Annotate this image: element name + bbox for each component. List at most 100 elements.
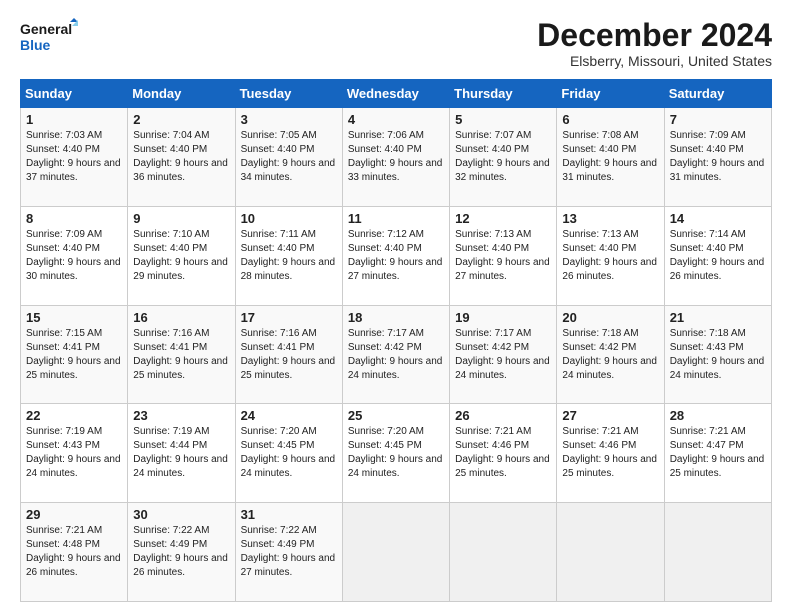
day-number: 10 bbox=[241, 211, 337, 226]
empty-cell bbox=[664, 503, 771, 602]
day-cell-20: 20 Sunrise: 7:18 AMSunset: 4:42 PMDaylig… bbox=[557, 305, 664, 404]
day-info: Sunrise: 7:22 AMSunset: 4:49 PMDaylight:… bbox=[241, 525, 336, 578]
day-number: 19 bbox=[455, 310, 551, 325]
day-cell-22: 22 Sunrise: 7:19 AMSunset: 4:43 PMDaylig… bbox=[21, 404, 128, 503]
day-cell-10: 10 Sunrise: 7:11 AMSunset: 4:40 PMDaylig… bbox=[235, 206, 342, 305]
day-number: 24 bbox=[241, 408, 337, 423]
day-info: Sunrise: 7:16 AMSunset: 4:41 PMDaylight:… bbox=[133, 328, 228, 381]
day-cell-21: 21 Sunrise: 7:18 AMSunset: 4:43 PMDaylig… bbox=[664, 305, 771, 404]
day-info: Sunrise: 7:08 AMSunset: 4:40 PMDaylight:… bbox=[562, 130, 657, 183]
day-info: Sunrise: 7:14 AMSunset: 4:40 PMDaylight:… bbox=[670, 229, 765, 282]
day-number: 4 bbox=[348, 112, 444, 127]
day-cell-15: 15 Sunrise: 7:15 AMSunset: 4:41 PMDaylig… bbox=[21, 305, 128, 404]
empty-cell bbox=[342, 503, 449, 602]
day-cell-28: 28 Sunrise: 7:21 AMSunset: 4:47 PMDaylig… bbox=[664, 404, 771, 503]
day-number: 27 bbox=[562, 408, 658, 423]
day-number: 17 bbox=[241, 310, 337, 325]
day-cell-16: 16 Sunrise: 7:16 AMSunset: 4:41 PMDaylig… bbox=[128, 305, 235, 404]
col-header-wednesday: Wednesday bbox=[342, 80, 449, 108]
day-number: 30 bbox=[133, 507, 229, 522]
day-number: 14 bbox=[670, 211, 766, 226]
day-info: Sunrise: 7:09 AMSunset: 4:40 PMDaylight:… bbox=[26, 229, 121, 282]
calendar-table: SundayMondayTuesdayWednesdayThursdayFrid… bbox=[20, 79, 772, 602]
day-number: 18 bbox=[348, 310, 444, 325]
day-cell-12: 12 Sunrise: 7:13 AMSunset: 4:40 PMDaylig… bbox=[450, 206, 557, 305]
day-info: Sunrise: 7:19 AMSunset: 4:44 PMDaylight:… bbox=[133, 426, 228, 479]
day-cell-1: 1 Sunrise: 7:03 AMSunset: 4:40 PMDayligh… bbox=[21, 108, 128, 207]
col-header-tuesday: Tuesday bbox=[235, 80, 342, 108]
day-number: 3 bbox=[241, 112, 337, 127]
day-number: 1 bbox=[26, 112, 122, 127]
day-number: 23 bbox=[133, 408, 229, 423]
day-cell-17: 17 Sunrise: 7:16 AMSunset: 4:41 PMDaylig… bbox=[235, 305, 342, 404]
day-cell-4: 4 Sunrise: 7:06 AMSunset: 4:40 PMDayligh… bbox=[342, 108, 449, 207]
empty-cell bbox=[450, 503, 557, 602]
day-info: Sunrise: 7:21 AMSunset: 4:46 PMDaylight:… bbox=[455, 426, 550, 479]
day-info: Sunrise: 7:09 AMSunset: 4:40 PMDaylight:… bbox=[670, 130, 765, 183]
day-cell-25: 25 Sunrise: 7:20 AMSunset: 4:45 PMDaylig… bbox=[342, 404, 449, 503]
week-row-1: 1 Sunrise: 7:03 AMSunset: 4:40 PMDayligh… bbox=[21, 108, 772, 207]
day-cell-27: 27 Sunrise: 7:21 AMSunset: 4:46 PMDaylig… bbox=[557, 404, 664, 503]
day-info: Sunrise: 7:21 AMSunset: 4:46 PMDaylight:… bbox=[562, 426, 657, 479]
week-row-3: 15 Sunrise: 7:15 AMSunset: 4:41 PMDaylig… bbox=[21, 305, 772, 404]
day-cell-5: 5 Sunrise: 7:07 AMSunset: 4:40 PMDayligh… bbox=[450, 108, 557, 207]
day-number: 8 bbox=[26, 211, 122, 226]
day-info: Sunrise: 7:21 AMSunset: 4:47 PMDaylight:… bbox=[670, 426, 765, 479]
week-row-4: 22 Sunrise: 7:19 AMSunset: 4:43 PMDaylig… bbox=[21, 404, 772, 503]
day-number: 15 bbox=[26, 310, 122, 325]
day-cell-30: 30 Sunrise: 7:22 AMSunset: 4:49 PMDaylig… bbox=[128, 503, 235, 602]
svg-text:Blue: Blue bbox=[20, 37, 51, 53]
day-cell-7: 7 Sunrise: 7:09 AMSunset: 4:40 PMDayligh… bbox=[664, 108, 771, 207]
day-cell-31: 31 Sunrise: 7:22 AMSunset: 4:49 PMDaylig… bbox=[235, 503, 342, 602]
day-info: Sunrise: 7:07 AMSunset: 4:40 PMDaylight:… bbox=[455, 130, 550, 183]
col-header-friday: Friday bbox=[557, 80, 664, 108]
col-header-thursday: Thursday bbox=[450, 80, 557, 108]
day-number: 20 bbox=[562, 310, 658, 325]
day-cell-29: 29 Sunrise: 7:21 AMSunset: 4:48 PMDaylig… bbox=[21, 503, 128, 602]
day-number: 12 bbox=[455, 211, 551, 226]
week-row-5: 29 Sunrise: 7:21 AMSunset: 4:48 PMDaylig… bbox=[21, 503, 772, 602]
logo: General Blue bbox=[20, 18, 80, 54]
day-number: 5 bbox=[455, 112, 551, 127]
logo-svg: General Blue bbox=[20, 18, 80, 54]
day-info: Sunrise: 7:15 AMSunset: 4:41 PMDaylight:… bbox=[26, 328, 121, 381]
day-info: Sunrise: 7:06 AMSunset: 4:40 PMDaylight:… bbox=[348, 130, 443, 183]
day-cell-18: 18 Sunrise: 7:17 AMSunset: 4:42 PMDaylig… bbox=[342, 305, 449, 404]
day-number: 11 bbox=[348, 211, 444, 226]
day-info: Sunrise: 7:12 AMSunset: 4:40 PMDaylight:… bbox=[348, 229, 443, 282]
day-number: 25 bbox=[348, 408, 444, 423]
day-cell-6: 6 Sunrise: 7:08 AMSunset: 4:40 PMDayligh… bbox=[557, 108, 664, 207]
day-info: Sunrise: 7:11 AMSunset: 4:40 PMDaylight:… bbox=[241, 229, 336, 282]
day-number: 7 bbox=[670, 112, 766, 127]
day-cell-24: 24 Sunrise: 7:20 AMSunset: 4:45 PMDaylig… bbox=[235, 404, 342, 503]
day-info: Sunrise: 7:16 AMSunset: 4:41 PMDaylight:… bbox=[241, 328, 336, 381]
day-number: 26 bbox=[455, 408, 551, 423]
day-number: 16 bbox=[133, 310, 229, 325]
day-info: Sunrise: 7:04 AMSunset: 4:40 PMDaylight:… bbox=[133, 130, 228, 183]
day-info: Sunrise: 7:18 AMSunset: 4:43 PMDaylight:… bbox=[670, 328, 765, 381]
day-number: 21 bbox=[670, 310, 766, 325]
day-info: Sunrise: 7:20 AMSunset: 4:45 PMDaylight:… bbox=[241, 426, 336, 479]
day-number: 29 bbox=[26, 507, 122, 522]
day-info: Sunrise: 7:19 AMSunset: 4:43 PMDaylight:… bbox=[26, 426, 121, 479]
day-info: Sunrise: 7:22 AMSunset: 4:49 PMDaylight:… bbox=[133, 525, 228, 578]
day-info: Sunrise: 7:21 AMSunset: 4:48 PMDaylight:… bbox=[26, 525, 121, 578]
day-info: Sunrise: 7:20 AMSunset: 4:45 PMDaylight:… bbox=[348, 426, 443, 479]
day-info: Sunrise: 7:03 AMSunset: 4:40 PMDaylight:… bbox=[26, 130, 121, 183]
day-number: 6 bbox=[562, 112, 658, 127]
day-number: 22 bbox=[26, 408, 122, 423]
day-number: 2 bbox=[133, 112, 229, 127]
title-block: December 2024 Elsberry, Missouri, United… bbox=[537, 18, 772, 69]
day-cell-9: 9 Sunrise: 7:10 AMSunset: 4:40 PMDayligh… bbox=[128, 206, 235, 305]
col-header-saturday: Saturday bbox=[664, 80, 771, 108]
day-cell-2: 2 Sunrise: 7:04 AMSunset: 4:40 PMDayligh… bbox=[128, 108, 235, 207]
subtitle: Elsberry, Missouri, United States bbox=[537, 53, 772, 69]
day-info: Sunrise: 7:05 AMSunset: 4:40 PMDaylight:… bbox=[241, 130, 336, 183]
col-header-sunday: Sunday bbox=[21, 80, 128, 108]
main-title: December 2024 bbox=[537, 18, 772, 53]
day-cell-23: 23 Sunrise: 7:19 AMSunset: 4:44 PMDaylig… bbox=[128, 404, 235, 503]
day-info: Sunrise: 7:10 AMSunset: 4:40 PMDaylight:… bbox=[133, 229, 228, 282]
day-number: 13 bbox=[562, 211, 658, 226]
day-info: Sunrise: 7:18 AMSunset: 4:42 PMDaylight:… bbox=[562, 328, 657, 381]
day-cell-3: 3 Sunrise: 7:05 AMSunset: 4:40 PMDayligh… bbox=[235, 108, 342, 207]
